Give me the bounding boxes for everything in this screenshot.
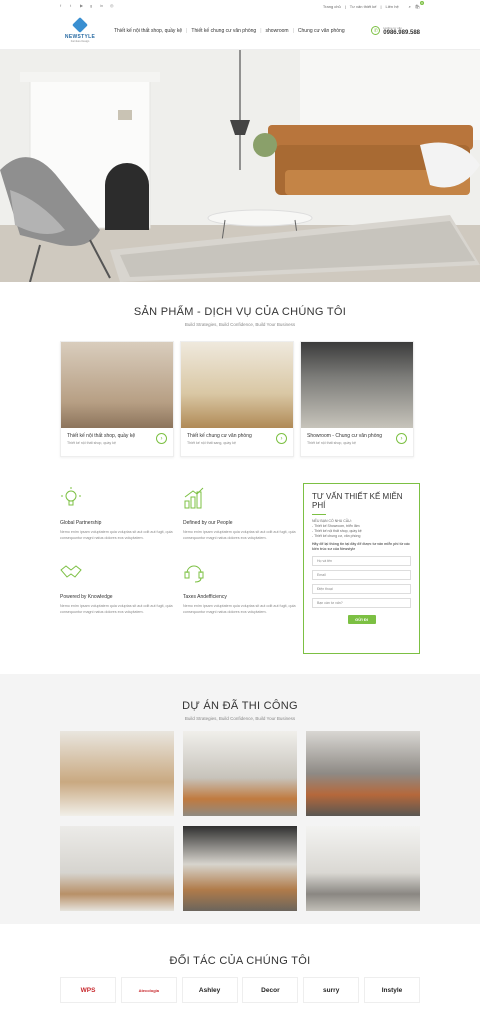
projects-section: DỰ ÁN ĐÃ THI CÔNG Build Strategies, Buil… bbox=[0, 674, 480, 924]
service-card-sub: Thiết kế nội thất sang, quầy kệ bbox=[187, 441, 236, 445]
form-divider bbox=[312, 514, 326, 515]
project-image[interactable] bbox=[60, 731, 174, 816]
facebook-icon[interactable]: f bbox=[60, 4, 64, 8]
youtube-icon[interactable]: ▶ bbox=[80, 4, 84, 8]
cart-count: 0 bbox=[420, 0, 424, 5]
name-field[interactable]: Họ và tên bbox=[312, 556, 411, 566]
feature-item: Powered by Knowledge Nemo enim ipsam vol… bbox=[60, 561, 173, 615]
hero-banner bbox=[0, 50, 480, 282]
service-card-sub: Thiết kế nội thất shop, quầy kệ bbox=[67, 441, 116, 445]
linkedin-icon[interactable]: in bbox=[100, 4, 104, 8]
form-note: Hãy để lại thông tin tại đây để được tư … bbox=[312, 542, 410, 551]
partner-logo[interactable]: Instyle bbox=[363, 977, 420, 1003]
partners-title: ĐỐI TÁC CỦA CHÚNG TÔI bbox=[169, 955, 311, 967]
project-image[interactable] bbox=[183, 731, 297, 816]
features: Global Partnership Nemo enim ipsam volup… bbox=[60, 487, 296, 615]
nav-item-showroom[interactable]: showroom bbox=[266, 28, 289, 34]
partner-logo[interactable]: surry bbox=[303, 977, 360, 1003]
header: NEWSTYLE Furniture Design Thiết kế nội t… bbox=[0, 12, 480, 50]
partner-logo[interactable]: Ashley bbox=[181, 977, 238, 1003]
feature-desc: Nemo enim ipsam voluptatem quia voluptas… bbox=[60, 604, 173, 614]
feature-desc: Nemo enim ipsam voluptatem quia voluptas… bbox=[183, 530, 296, 540]
feature-title: Global Partnership bbox=[60, 520, 102, 526]
projects-title: DỰ ÁN ĐÃ THI CÔNG bbox=[182, 700, 298, 712]
service-card[interactable]: Thiết kế chung cư văn phòng Thiết kế nội… bbox=[180, 341, 294, 457]
nav-item-shop[interactable]: Thiết kế nội thất shop, quầy kệ bbox=[114, 28, 182, 34]
twitter-icon[interactable]: t bbox=[70, 4, 74, 8]
logo-cube-icon bbox=[72, 17, 88, 33]
instagram-icon[interactable]: ◎ bbox=[110, 4, 114, 8]
feature-item: Taxes Andefficiency Nemo enim ipsam volu… bbox=[183, 561, 296, 615]
projects-subtitle: Build Strategies, Build Confidence, Buil… bbox=[184, 716, 296, 721]
service-card-title: Thiết kế chung cư văn phòng bbox=[187, 433, 252, 439]
service-card[interactable]: Thiết kế nội thất shop, quầy kệ Thiết kế… bbox=[60, 341, 174, 457]
search-icon[interactable]: ⌕ bbox=[409, 4, 411, 9]
feature-title: Defined by our People bbox=[183, 520, 233, 526]
cart-icon[interactable]: 🛍 0 bbox=[415, 0, 424, 9]
services-title: SẢN PHẨM - DỊCH VỤ CỦA CHÚNG TÔI bbox=[133, 306, 347, 318]
arrow-right-icon[interactable]: › bbox=[156, 433, 167, 444]
google-plus-icon[interactable]: g bbox=[90, 4, 94, 8]
partners-list: WPS Atecologia Ashley Decor surry Instyl… bbox=[60, 977, 420, 1003]
logo[interactable]: NEWSTYLE Furniture Design bbox=[60, 16, 100, 46]
project-image[interactable] bbox=[183, 826, 297, 911]
phone-icon: ✆ bbox=[371, 26, 381, 35]
submit-button[interactable]: GỬI ĐI bbox=[347, 615, 376, 624]
top-link-consult[interactable]: Tư vấn thiết kế bbox=[350, 4, 377, 9]
form-title: TƯ VẤN THIẾT KẾ MIỄN PHÍ bbox=[312, 492, 403, 510]
service-card-image bbox=[301, 342, 413, 428]
top-link-home[interactable]: Trang chủ bbox=[323, 4, 341, 9]
service-card-title: Showroom - Chung cư văn phòng bbox=[307, 433, 383, 439]
feature-title: Powered by Knowledge bbox=[60, 594, 113, 600]
partner-logo[interactable]: WPS bbox=[60, 977, 116, 1003]
phone-field[interactable]: Điện thoại bbox=[312, 584, 411, 594]
logo-subtext: Furniture Design bbox=[70, 40, 90, 43]
nav-item-office[interactable]: Chung cư văn phòng bbox=[298, 28, 345, 34]
arrow-right-icon[interactable]: › bbox=[396, 433, 407, 444]
feature-item: Global Partnership Nemo enim ipsam volup… bbox=[60, 487, 173, 541]
growth-chart-icon bbox=[184, 487, 204, 509]
feature-desc: Nemo enim ipsam voluptatem quia voluptas… bbox=[60, 530, 173, 540]
lightbulb-icon bbox=[61, 487, 81, 506]
social-icons: f t ▶ g in ◎ bbox=[60, 4, 114, 8]
project-image[interactable] bbox=[306, 731, 420, 816]
hotline-number: 0986.989.588 bbox=[383, 29, 420, 36]
partner-logo[interactable]: Atecologia bbox=[120, 977, 177, 1003]
hero-image bbox=[0, 50, 480, 282]
feature-desc: Nemo enim ipsam voluptatem quia voluptas… bbox=[183, 604, 296, 614]
consult-form: TƯ VẤN THIẾT KẾ MIỄN PHÍ NẾU BẠN CÓ NHU … bbox=[303, 483, 420, 654]
services-subtitle: Build Strategies, Build Confidence, Buil… bbox=[184, 322, 296, 327]
feature-title: Taxes Andefficiency bbox=[183, 594, 227, 600]
form-list-item: - Thiết kế chung cư, văn phòng bbox=[312, 534, 361, 538]
nav-item-apartment[interactable]: Thiết kế chung cư văn phòng bbox=[191, 28, 256, 34]
handshake-icon bbox=[60, 565, 82, 578]
headset-icon bbox=[184, 565, 204, 583]
services-section: SẢN PHẨM - DỊCH VỤ CỦA CHÚNG TÔI Build S… bbox=[0, 306, 480, 457]
feature-item: Defined by our People Nemo enim ipsam vo… bbox=[183, 487, 296, 541]
service-card-title: Thiết kế nội thất shop, quầy kệ bbox=[67, 433, 136, 439]
service-card-image bbox=[181, 342, 293, 428]
email-field[interactable]: Email bbox=[312, 570, 411, 580]
arrow-right-icon[interactable]: › bbox=[276, 433, 287, 444]
partner-logo[interactable]: Decor bbox=[242, 977, 299, 1003]
message-field[interactable]: Bạn cần tư vấn? bbox=[312, 598, 411, 608]
top-links: Trang chủ | Tư vấn thiết kế | Liên hệ ⌕ 🛍 0 bbox=[322, 0, 424, 9]
project-image[interactable] bbox=[306, 826, 420, 911]
top-bar: f t ▶ g in ◎ Trang chủ | Tư vấn thiết kế |… bbox=[0, 0, 480, 12]
project-image[interactable] bbox=[60, 826, 174, 911]
hotline[interactable]: ✆ Hotline tư vấn 0986.989.588 bbox=[371, 26, 420, 36]
top-link-contact[interactable]: Liên hệ bbox=[386, 4, 399, 9]
service-card-sub: Thiết kế nội thất shop, quầy kệ bbox=[307, 441, 356, 445]
service-card-image bbox=[61, 342, 173, 428]
service-card[interactable]: Showroom - Chung cư văn phòng Thiết kế n… bbox=[300, 341, 414, 457]
main-nav: Thiết kế nội thất shop, quầy kệ | Thiết k… bbox=[114, 27, 345, 34]
